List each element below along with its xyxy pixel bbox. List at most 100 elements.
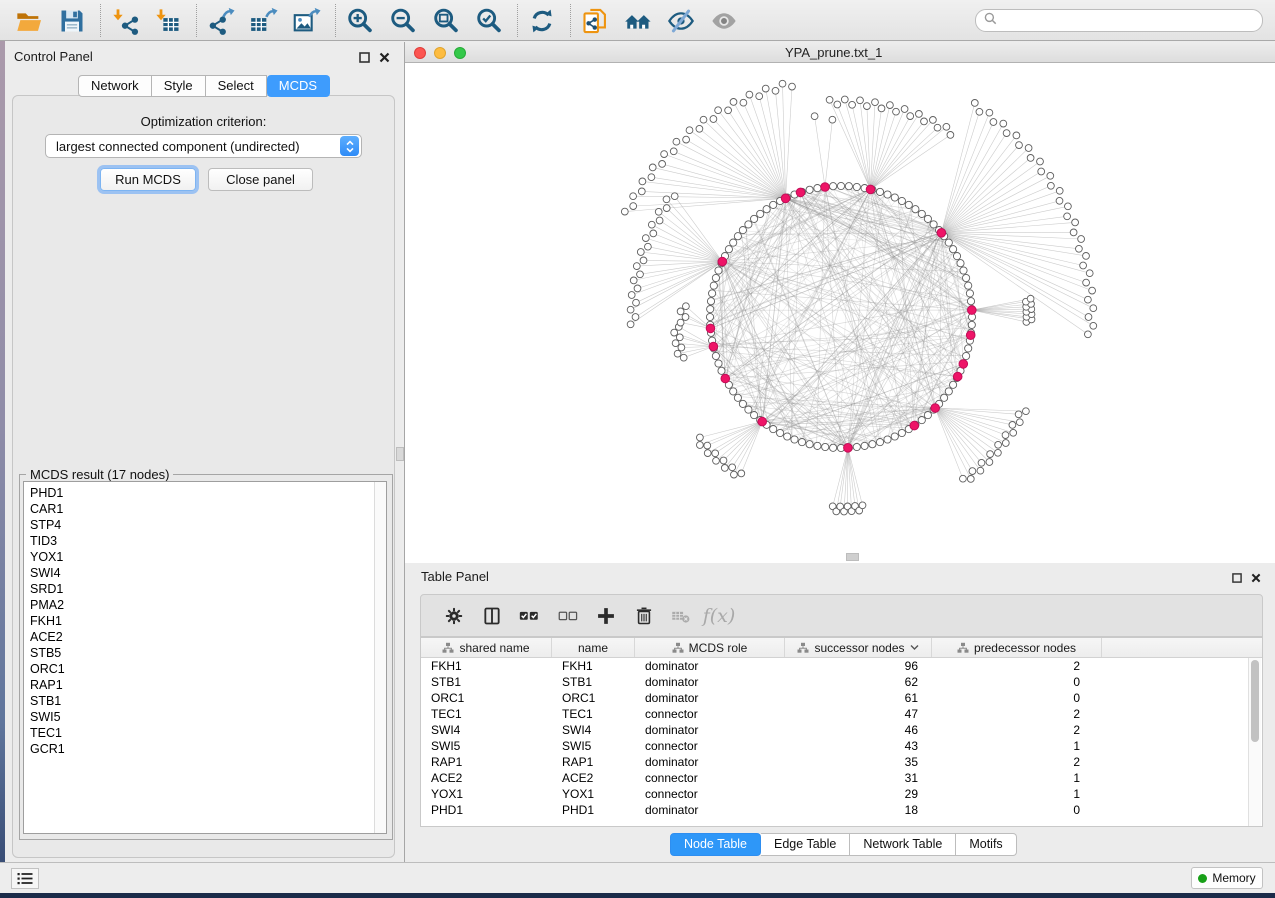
mcds-result-item[interactable]: GCR1 [24, 741, 386, 757]
network-leaf-node[interactable] [1023, 408, 1030, 415]
network-node[interactable] [853, 443, 860, 450]
network-leaf-node[interactable] [661, 151, 668, 158]
mcds-hub-node[interactable] [937, 229, 946, 238]
mcds-hub-node[interactable] [966, 331, 975, 340]
network-leaf-node[interactable] [663, 196, 670, 203]
network-leaf-node[interactable] [829, 116, 836, 123]
network-node[interactable] [884, 191, 891, 198]
network-leaf-node[interactable] [1027, 155, 1034, 162]
table-row[interactable]: RAP1RAP1dominator352 [421, 754, 1262, 770]
splitter-collapse-handle[interactable] [846, 553, 859, 561]
mcds-result-item[interactable]: PHD1 [24, 485, 386, 501]
network-leaf-node[interactable] [901, 106, 908, 113]
network-leaf-node[interactable] [1003, 130, 1010, 137]
network-leaf-node[interactable] [1002, 440, 1009, 447]
network-node[interactable] [950, 381, 957, 388]
mcds-result-item[interactable]: SWI5 [24, 709, 386, 725]
tab-node-table[interactable]: Node Table [670, 833, 761, 856]
network-leaf-node[interactable] [738, 470, 745, 477]
network-leaf-node[interactable] [710, 116, 717, 123]
search-field[interactable] [975, 9, 1263, 32]
tab-motifs[interactable]: Motifs [956, 833, 1016, 856]
mcds-hub-node[interactable] [910, 421, 919, 430]
mcds-hub-node[interactable] [709, 342, 718, 351]
network-leaf-node[interactable] [1027, 295, 1034, 302]
network-leaf-node[interactable] [672, 340, 679, 347]
mcds-result-item[interactable]: STB5 [24, 645, 386, 661]
network-leaf-node[interactable] [943, 123, 950, 130]
network-leaf-node[interactable] [645, 243, 652, 250]
network-leaf-node[interactable] [621, 208, 628, 215]
network-leaf-node[interactable] [1085, 314, 1092, 321]
network-leaf-node[interactable] [659, 161, 666, 168]
network-leaf-node[interactable] [678, 344, 685, 351]
network-node[interactable] [798, 439, 805, 446]
network-leaf-node[interactable] [995, 441, 1002, 448]
network-leaf-node[interactable] [630, 193, 637, 200]
network-leaf-node[interactable] [704, 442, 711, 449]
network-leaf-node[interactable] [637, 249, 644, 256]
network-canvas[interactable] [405, 63, 1275, 563]
network-leaf-node[interactable] [700, 116, 707, 123]
tab-mcds[interactable]: MCDS [267, 75, 330, 97]
zoom-out-icon[interactable] [386, 6, 420, 36]
close-panel-icon[interactable] [1251, 570, 1261, 588]
deselect-all-rows-icon[interactable] [553, 602, 583, 630]
network-leaf-node[interactable] [677, 308, 684, 315]
network-leaf-node[interactable] [930, 117, 937, 124]
network-leaf-node[interactable] [834, 101, 841, 108]
mcds-hub-node[interactable] [796, 188, 805, 197]
network-node[interactable] [963, 274, 970, 281]
network-leaf-node[interactable] [841, 96, 848, 103]
mcds-result-item[interactable]: ORC1 [24, 661, 386, 677]
table-scrollbar-thumb[interactable] [1251, 660, 1259, 742]
network-node[interactable] [706, 313, 713, 320]
tab-edge-table[interactable]: Edge Table [761, 833, 850, 856]
mcds-hub-node[interactable] [781, 194, 790, 203]
network-leaf-node[interactable] [772, 87, 779, 94]
network-leaf-node[interactable] [740, 99, 747, 106]
tab-select[interactable]: Select [206, 75, 267, 97]
network-leaf-node[interactable] [1016, 419, 1023, 426]
network-leaf-node[interactable] [680, 354, 687, 361]
network-leaf-node[interactable] [907, 113, 914, 120]
network-node[interactable] [757, 210, 764, 217]
network-leaf-node[interactable] [712, 450, 719, 457]
column-header-name[interactable]: name [552, 638, 635, 657]
mcds-result-item[interactable]: TEC1 [24, 725, 386, 741]
network-leaf-node[interactable] [1056, 197, 1063, 204]
network-leaf-node[interactable] [696, 125, 703, 132]
mcds-result-item[interactable]: PMA2 [24, 597, 386, 613]
column-header-shared-name[interactable]: shared name [421, 638, 552, 657]
mcds-hub-node[interactable] [718, 257, 727, 266]
network-leaf-node[interactable] [1090, 305, 1097, 312]
network-leaf-node[interactable] [864, 103, 871, 110]
mcds-hub-node[interactable] [953, 372, 962, 381]
network-leaf-node[interactable] [671, 329, 678, 336]
network-node[interactable] [806, 186, 813, 193]
mcds-hub-node[interactable] [721, 374, 730, 383]
tab-network[interactable]: Network [78, 75, 152, 97]
network-leaf-node[interactable] [627, 306, 634, 313]
mcds-result-item[interactable]: STP4 [24, 517, 386, 533]
network-node[interactable] [784, 433, 791, 440]
network-node[interactable] [837, 182, 844, 189]
network-node[interactable] [739, 400, 746, 407]
network-leaf-node[interactable] [857, 97, 864, 104]
network-leaf-node[interactable] [969, 468, 976, 475]
graphics-details-icon[interactable] [664, 6, 698, 36]
ndex-open-icon[interactable] [621, 6, 655, 36]
network-node[interactable] [806, 441, 813, 448]
network-leaf-node[interactable] [630, 277, 637, 284]
mcds-result-item[interactable]: RAP1 [24, 677, 386, 693]
import-network-icon[interactable] [108, 6, 142, 36]
network-node[interactable] [707, 298, 714, 305]
network-node[interactable] [845, 183, 852, 190]
network-leaf-node[interactable] [704, 450, 711, 457]
tab-network-table[interactable]: Network Table [850, 833, 956, 856]
network-node[interactable] [869, 441, 876, 448]
network-node[interactable] [814, 442, 821, 449]
network-node[interactable] [891, 194, 898, 201]
network-leaf-node[interactable] [1086, 270, 1093, 277]
network-leaf-node[interactable] [648, 221, 655, 228]
